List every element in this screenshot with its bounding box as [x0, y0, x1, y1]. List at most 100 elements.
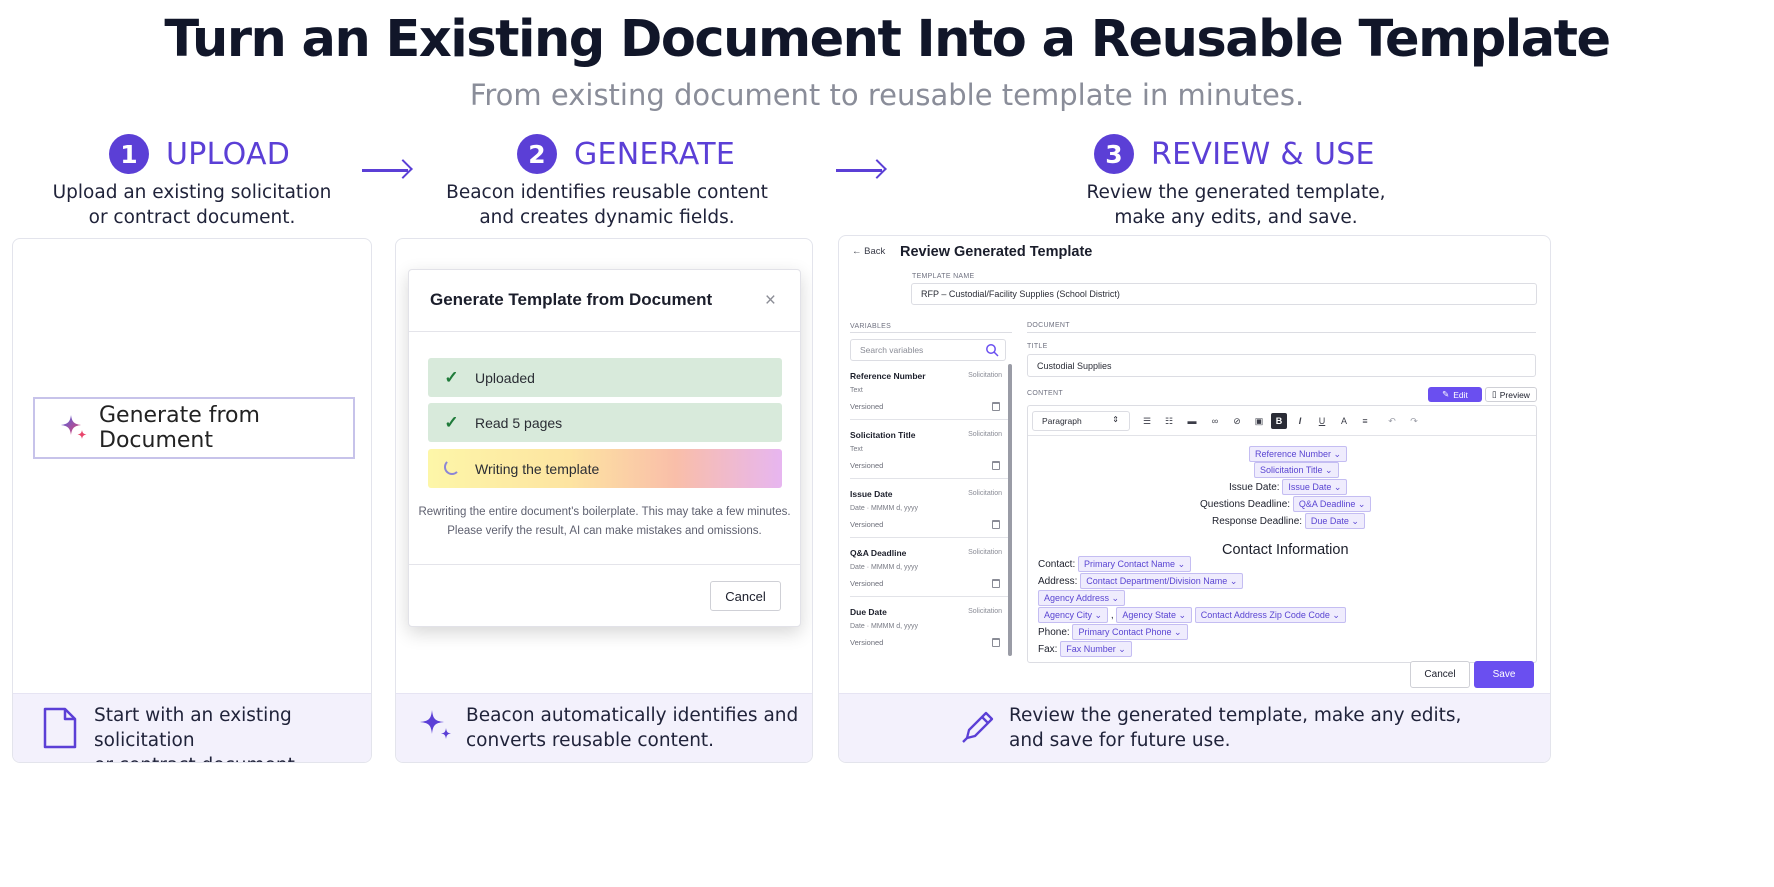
spinner-icon: [428, 459, 475, 478]
review-title: Review Generated Template: [900, 244, 1093, 260]
document-icon: [41, 707, 79, 754]
arrow-left-icon: ←: [852, 246, 862, 257]
trash-icon[interactable]: [992, 461, 1000, 470]
step-2-label: GENERATE: [574, 136, 736, 172]
doc-line: Contact: Primary Contact Name ⌄: [1038, 556, 1192, 572]
cancel-button[interactable]: Cancel: [710, 581, 781, 611]
upload-card-footer: Start with an existing solicitationor co…: [13, 693, 371, 762]
unlink-icon[interactable]: ⊘: [1230, 414, 1244, 428]
generate-footer-text: Beacon automatically identifies and conve…: [466, 705, 799, 751]
divider: [409, 564, 800, 565]
trash-icon[interactable]: [992, 579, 1000, 588]
link-icon[interactable]: ∞: [1208, 414, 1222, 428]
redo-icon[interactable]: ↷: [1407, 414, 1421, 428]
variable-chip[interactable]: Primary Contact Phone ⌄: [1072, 624, 1188, 640]
page-title: Turn an Existing Document Into a Reusabl…: [164, 10, 1611, 69]
divider: [409, 331, 800, 332]
save-button[interactable]: Save: [1474, 661, 1534, 688]
paragraph-style-select[interactable]: Paragraph ⇕: [1032, 411, 1130, 431]
doc-line: Address: Contact Department/Division Nam…: [1038, 573, 1244, 589]
search-variables-input[interactable]: Search variables: [850, 339, 1006, 361]
doc-line: Solicitation Title ⌄: [1254, 462, 1339, 478]
bullet-list-icon[interactable]: ☰: [1140, 414, 1154, 428]
step-3-label: REVIEW & USE: [1151, 136, 1375, 172]
align-center-icon[interactable]: ≡: [1358, 414, 1372, 428]
generate-template-modal: Generate Template from Document × ✓ Uplo…: [408, 269, 801, 627]
undo-icon[interactable]: ↶: [1385, 414, 1399, 428]
doc-line: Issue Date: Issue Date ⌄: [1229, 479, 1348, 495]
progress-label: Writing the template: [475, 460, 600, 477]
edit-button[interactable]: ✎ Edit: [1428, 387, 1482, 402]
variables-label: VARIABLES: [850, 323, 892, 330]
page-subtitle: From existing document to reusable templ…: [469, 78, 1305, 112]
pencil-icon: [959, 708, 997, 751]
variable-chip[interactable]: Primary Contact Name ⌄: [1078, 556, 1192, 572]
progress-label: Uploaded: [475, 369, 535, 386]
trash-icon[interactable]: [992, 402, 1000, 411]
variable-chip[interactable]: Fax Number ⌄: [1060, 641, 1132, 657]
document-label: DOCUMENT: [1027, 322, 1070, 329]
variable-chip[interactable]: Agency Address ⌄: [1038, 590, 1126, 606]
progress-step-writing: Writing the template: [428, 449, 782, 488]
review-footer-text: Review the generated template, make any …: [1009, 705, 1462, 751]
trash-icon[interactable]: [992, 520, 1000, 529]
review-card-footer: Review the generated template, make any …: [839, 693, 1550, 762]
cancel-button[interactable]: Cancel: [1410, 661, 1470, 688]
preview-button[interactable]: ▯ Preview: [1485, 387, 1537, 402]
arrow-right-icon: [836, 169, 882, 172]
divider: [850, 332, 1012, 333]
image-icon[interactable]: ▣: [1252, 414, 1266, 428]
pencil-icon: ✎: [1442, 389, 1450, 399]
step-1-heading: 1 UPLOAD: [109, 134, 290, 174]
template-name-input[interactable]: RFP – Custodial/Facility Supplies (Schoo…: [911, 283, 1537, 305]
doc-line: Phone: Primary Contact Phone ⌄: [1038, 624, 1188, 640]
step-3-description: Review the generated template, make any e…: [1086, 182, 1386, 228]
step-3-heading: 3 REVIEW & USE: [1094, 134, 1375, 174]
variable-chip[interactable]: Issue Date ⌄: [1282, 479, 1348, 495]
search-icon: [985, 343, 999, 359]
review-card: ← Back Review Generated Template TEMPLAT…: [838, 235, 1551, 763]
step-2-number: 2: [517, 134, 557, 174]
variables-scrollbar[interactable]: [1008, 364, 1012, 656]
divider: [1028, 435, 1536, 436]
step-1-number: 1: [109, 134, 149, 174]
variable-chip[interactable]: Agency City ⌄: [1038, 607, 1109, 623]
step-2-description: Beacon identifies reusable content and cr…: [446, 182, 768, 228]
check-icon: ✓: [444, 412, 459, 432]
sparkle-icon: [418, 708, 454, 749]
generate-card-footer: Beacon automatically identifies and conve…: [396, 693, 812, 762]
document-icon: ▯: [1492, 389, 1497, 399]
text-color-icon[interactable]: A: [1337, 414, 1351, 428]
step-3-number: 3: [1094, 134, 1134, 174]
upload-card: Generate from Document Start with an exi…: [12, 238, 372, 763]
arrow-right-icon: [362, 169, 408, 172]
italic-icon[interactable]: I: [1293, 414, 1307, 428]
contact-heading: Contact Information: [1222, 542, 1349, 558]
underline-icon[interactable]: U: [1315, 414, 1329, 428]
chevron-updown-icon: ⇕: [1112, 415, 1119, 424]
variable-chip[interactable]: Contact Address Zip Code Code ⌄: [1194, 607, 1346, 623]
back-link[interactable]: ← Back: [852, 246, 885, 257]
variable-chip[interactable]: Due Date ⌄: [1304, 513, 1365, 529]
progress-label: Read 5 pages: [475, 414, 563, 431]
variable-chip[interactable]: Contact Department/Division Name ⌄: [1080, 573, 1244, 589]
variable-chip[interactable]: Reference Number ⌄: [1249, 446, 1348, 462]
divider: [1027, 332, 1536, 333]
close-icon[interactable]: ×: [765, 290, 776, 312]
step-1-description: Upload an existing solicitation or contra…: [52, 182, 332, 228]
trash-icon[interactable]: [992, 638, 1000, 647]
doc-line: Agency City ⌄ , Agency State ⌄ Contact A…: [1038, 607, 1346, 623]
progress-step-read-pages: ✓ Read 5 pages: [428, 403, 782, 442]
modal-title: Generate Template from Document: [430, 290, 713, 309]
variable-chip[interactable]: Agency State ⌄: [1116, 607, 1193, 623]
generate-from-document-button[interactable]: Generate from Document: [33, 397, 355, 459]
check-icon: ✓: [444, 367, 459, 387]
bold-icon[interactable]: B: [1271, 413, 1287, 429]
variable-chip[interactable]: Solicitation Title ⌄: [1254, 462, 1339, 478]
table-icon[interactable]: ▬: [1185, 414, 1199, 428]
variable-chip[interactable]: Q&A Deadline ⌄: [1292, 496, 1372, 512]
step-1-label: UPLOAD: [166, 136, 291, 172]
document-title-input[interactable]: Custodial Supplies: [1027, 354, 1536, 377]
doc-line: Reference Number ⌄: [1249, 446, 1348, 462]
numbered-list-icon[interactable]: ☷: [1162, 414, 1176, 428]
